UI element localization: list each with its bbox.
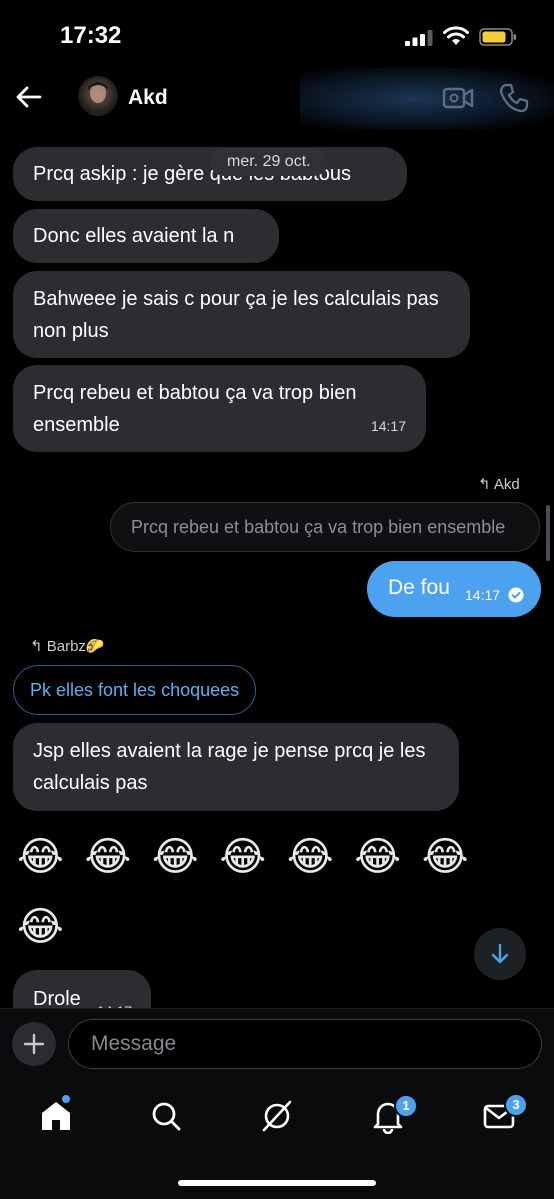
quoted-message[interactable]: Pk elles font les choquees xyxy=(13,665,257,715)
avatar-silhouette-icon xyxy=(84,82,112,116)
messages-badge: 3 xyxy=(504,1093,528,1117)
reply-arrow-icon: ↰ xyxy=(30,638,43,655)
add-attachment-button[interactable] xyxy=(12,1022,56,1066)
scroll-to-bottom-button[interactable] xyxy=(474,928,526,980)
home-notification-dot xyxy=(60,1093,72,1105)
phone-call-icon[interactable] xyxy=(498,82,530,114)
reply-indicator: ↰ Akd xyxy=(478,475,520,493)
contact-avatar[interactable] xyxy=(78,76,118,116)
grok-icon[interactable] xyxy=(259,1098,295,1134)
battery-icon xyxy=(479,28,516,46)
message-bubble-incoming[interactable]: Jsp elles avaient la rage je pense prcq … xyxy=(13,723,459,811)
message-bubble-incoming[interactable]: Bahweee je sais c pour ça je les calcula… xyxy=(13,271,470,358)
read-check-icon xyxy=(508,587,524,603)
message-input[interactable] xyxy=(68,1019,542,1069)
arrow-down-icon xyxy=(491,943,509,964)
message-bubble-incoming[interactable]: Donc elles avaient la n xyxy=(13,209,279,263)
status-time: 17:32 xyxy=(60,22,122,49)
reply-arrow-icon: ↰ xyxy=(478,476,491,493)
notifications-badge: 1 xyxy=(394,1094,418,1118)
message-text: Bahweee je sais c pour ça je les calcula… xyxy=(33,288,439,342)
wifi-icon xyxy=(443,26,469,45)
date-separator: mer. 29 oct. xyxy=(210,148,328,176)
message-text: Jsp elles avaient la rage je pense prcq … xyxy=(33,740,426,794)
message-text: De fou xyxy=(388,576,450,599)
reply-indicator: ↰ Barbz🌮 xyxy=(30,637,105,655)
emoji-message[interactable]: 😂 xyxy=(17,903,64,951)
plus-icon xyxy=(23,1033,45,1055)
contact-name[interactable]: Akd xyxy=(128,86,168,110)
message-bubble-incoming[interactable]: Prcq askip : je gère que les babtous xyxy=(13,147,407,201)
message-text: Drole xyxy=(33,988,81,1010)
quoted-message[interactable]: Prcq rebeu et babtou ça va trop bien ens… xyxy=(110,502,540,552)
message-text: Prcq rebeu et babtou ça va trop bien ens… xyxy=(33,382,357,436)
message-timestamp: 14:17 xyxy=(370,418,406,434)
message-bubble-outgoing[interactable]: De fou 14:17 xyxy=(367,561,541,617)
reply-to-name: Akd xyxy=(493,476,520,493)
emoji-message[interactable]: 😂 😂 😂 😂 😂 😂 😂 xyxy=(17,833,470,881)
search-icon[interactable] xyxy=(148,1098,184,1134)
message-timestamp: 14:17 xyxy=(465,587,501,603)
back-arrow-icon[interactable] xyxy=(14,82,44,112)
message-text: Donc elles avaient la n xyxy=(33,225,235,247)
message-bubble-incoming[interactable]: Prcq rebeu et babtou ça va trop bien ens… xyxy=(13,365,426,452)
video-call-icon[interactable] xyxy=(442,85,474,111)
cellular-signal-icon xyxy=(405,30,433,46)
home-indicator xyxy=(178,1180,376,1186)
scrollbar[interactable] xyxy=(546,505,550,561)
reply-to-name: Barbz🌮 xyxy=(46,638,105,655)
